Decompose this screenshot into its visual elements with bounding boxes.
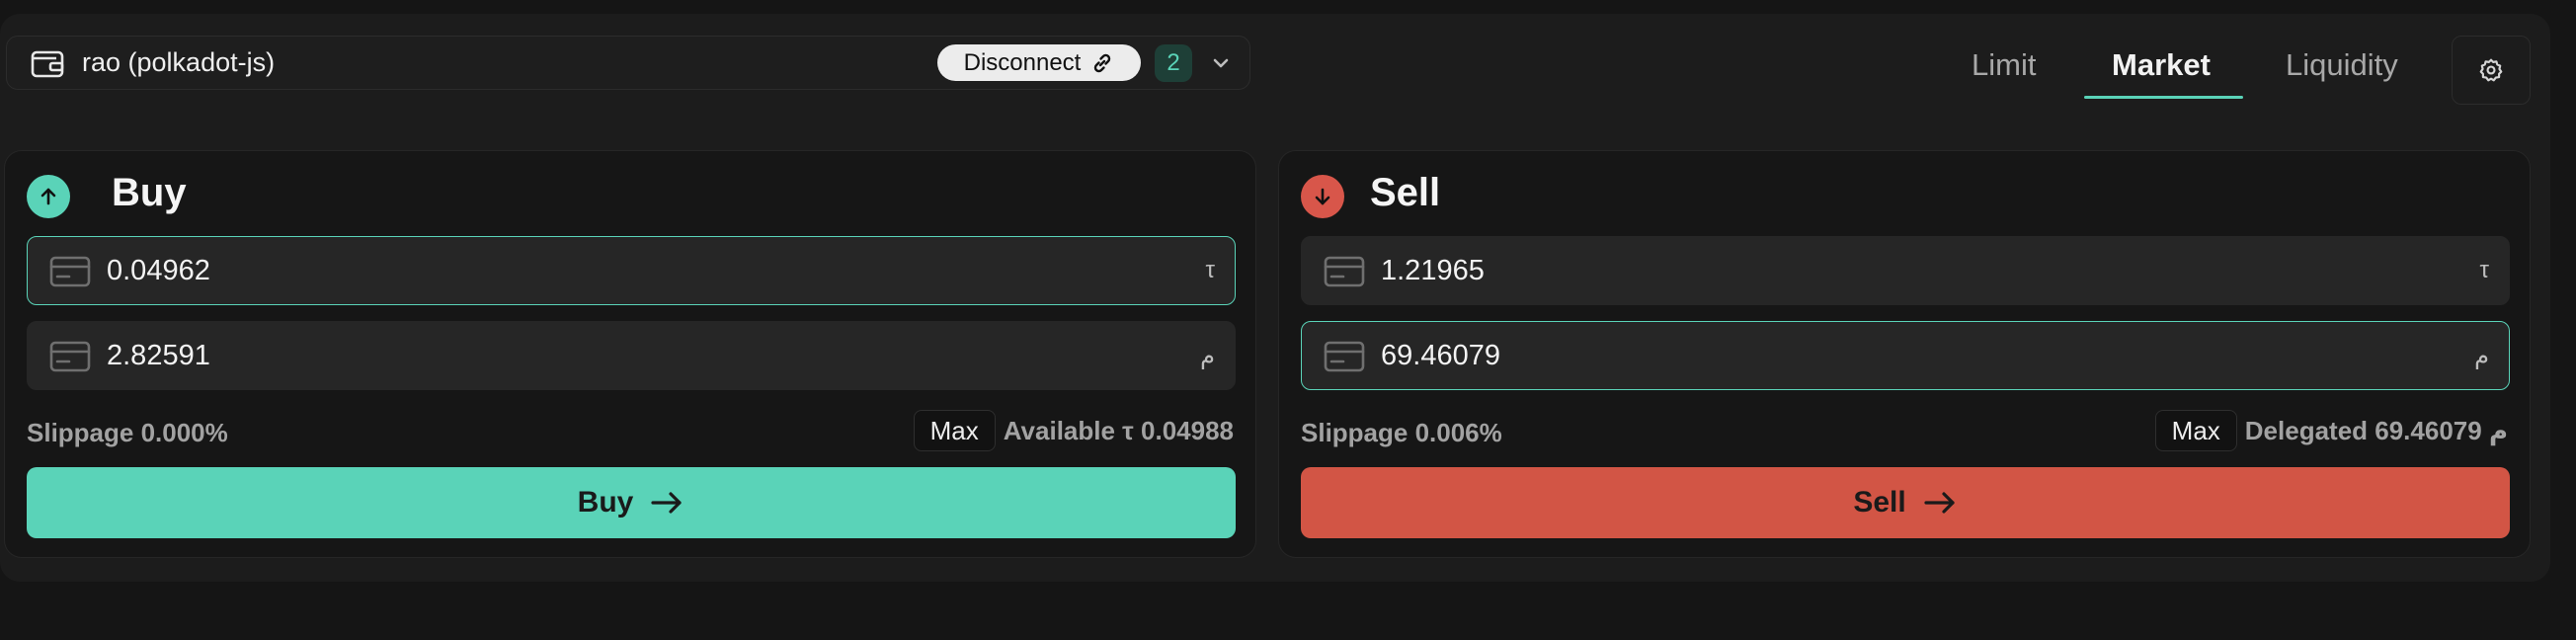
available-balance: Available τ 0.04988 xyxy=(1003,415,1234,445)
sell-slippage: Slippage 0.006% xyxy=(1301,418,1502,447)
tab-market[interactable]: Market xyxy=(2112,47,2211,83)
sell-pay-input[interactable] xyxy=(1381,322,2428,389)
link-icon xyxy=(1094,53,1111,72)
sell-max-button[interactable]: Max xyxy=(2154,410,2237,451)
tab-limit[interactable]: Limit xyxy=(1972,47,2036,83)
buy-title: Buy xyxy=(112,171,187,214)
wallet-bar: rao (polkadot-js) Disconnect 2 xyxy=(6,36,1250,90)
account-count-badge: 2 xyxy=(1155,44,1192,82)
buy-pay-field[interactable]: τ xyxy=(27,236,1236,305)
chevron-down-icon[interactable] xyxy=(1206,48,1236,78)
sell-badge xyxy=(1301,175,1344,218)
card-icon xyxy=(49,256,91,287)
buy-receive-input[interactable] xyxy=(107,322,1154,389)
disconnect-button[interactable]: Disconnect xyxy=(937,44,1141,81)
tao-unit: τ xyxy=(1205,257,1215,283)
card-icon xyxy=(49,341,91,372)
sell-title: Sell xyxy=(1370,171,1441,214)
delegated-balance: Delegated 69.46079 م xyxy=(2244,415,2508,445)
arrow-right-icon xyxy=(651,492,682,514)
card-icon xyxy=(1324,341,1365,372)
disconnect-label: Disconnect xyxy=(963,48,1082,76)
gear-icon xyxy=(2479,58,2503,82)
buy-slippage: Slippage 0.000% xyxy=(27,418,228,447)
buy-pay-input[interactable] xyxy=(107,237,1154,304)
buy-button[interactable]: Buy xyxy=(27,467,1236,538)
alpha-unit: م xyxy=(1200,343,1215,369)
active-tab-indicator xyxy=(2084,96,2243,99)
alpha-unit: م xyxy=(2474,343,2489,369)
wallet-name: rao (polkadot-js) xyxy=(82,47,276,77)
sell-receive-field[interactable]: τ xyxy=(1301,236,2510,305)
tab-liquidity[interactable]: Liquidity xyxy=(2286,47,2398,83)
card-icon xyxy=(1324,256,1365,287)
buy-balance-row: Max Available τ 0.04988 xyxy=(913,408,1234,453)
arrow-right-icon xyxy=(1924,492,1955,514)
settings-button[interactable] xyxy=(2452,36,2531,105)
buy-receive-field[interactable]: م xyxy=(27,321,1236,390)
sell-balance-row: Max Delegated 69.46079 م xyxy=(2154,408,2508,453)
sell-pay-field[interactable]: م xyxy=(1301,321,2510,390)
buy-button-label: Buy xyxy=(577,486,634,519)
buy-badge xyxy=(27,175,70,218)
arrow-up-icon xyxy=(40,188,56,205)
sell-button-label: Sell xyxy=(1853,486,1906,519)
wallet-icon xyxy=(31,50,64,78)
buy-max-button[interactable]: Max xyxy=(913,410,996,451)
tao-unit: τ xyxy=(2479,257,2489,283)
sell-button[interactable]: Sell xyxy=(1301,467,2510,538)
arrow-down-icon xyxy=(1315,188,1330,205)
sell-card: Sell τ م Slippage 0.006% Max Delegated 6… xyxy=(1278,150,2531,558)
buy-card: Buy τ م Slippage 0.000% Max Available τ … xyxy=(4,150,1256,558)
sell-receive-input[interactable] xyxy=(1381,237,2428,304)
